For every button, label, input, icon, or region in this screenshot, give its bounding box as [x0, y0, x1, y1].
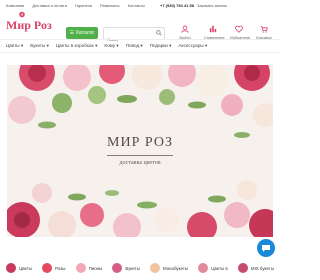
nav-item-bouquets[interactable]: Букеты ▾ [30, 43, 49, 49]
nav-item-gifts[interactable]: Подарки ▾ [150, 43, 172, 49]
catalog-button[interactable]: ☰ Каталог [66, 27, 98, 39]
nav-item-recipient[interactable]: Кому ▾ [104, 43, 118, 49]
banner-divider [107, 155, 173, 156]
category-item[interactable]: MIX букеты [237, 262, 274, 274]
callback-link[interactable]: Заказать звонок [197, 3, 227, 8]
category-image [149, 263, 160, 273]
favorites-button[interactable]: Избранное [230, 25, 250, 40]
category-item[interactable]: Цветы [6, 262, 32, 274]
top-links: Компания Доставка и оплата Гарантии Рекв… [6, 3, 145, 8]
cart-icon [260, 26, 268, 33]
top-bar: Компания Доставка и оплата Гарантии Рекв… [0, 0, 280, 10]
category-image [112, 263, 123, 273]
category-item[interactable]: Цветы в [198, 262, 228, 274]
header: Мир Роз ☰ Каталог Войти Сравнение Избран… [0, 10, 280, 44]
rose-logo-icon [19, 11, 25, 18]
chat-button[interactable] [257, 239, 275, 257]
top-link[interactable]: Компания [6, 3, 24, 8]
phone-number[interactable]: +7 (930) 754 41 58 [160, 3, 194, 8]
category-item[interactable]: Розы [42, 262, 65, 274]
main-nav: Цветы ▾ Букеты ▾ Цветы в коробках ▾ Кому… [0, 39, 280, 53]
logo-text: Мир Роз [6, 18, 52, 32]
favorites-icon [235, 25, 243, 33]
roses-background-image [7, 65, 273, 237]
banner-subtitle: доставка цветов [119, 160, 161, 166]
top-link[interactable]: Гарантии [75, 3, 92, 8]
category-image [237, 263, 248, 273]
cart-button[interactable]: Корзина [255, 25, 273, 40]
top-link[interactable]: Реквизиты [100, 3, 120, 8]
top-link[interactable]: Контакты [128, 3, 145, 8]
hero-banner[interactable]: МИР РОЗ доставка цветов [7, 65, 273, 237]
menu-icon: ☰ [69, 30, 75, 36]
logo[interactable]: Мир Роз [6, 11, 52, 33]
category-item[interactable]: Монобукеты [149, 262, 188, 274]
category-image [6, 263, 16, 273]
search-icon[interactable] [156, 30, 162, 36]
login-button[interactable]: Войти [176, 25, 194, 40]
top-link[interactable]: Доставка и оплата [32, 3, 67, 8]
category-image [42, 263, 53, 273]
category-item[interactable]: Пионы [75, 262, 102, 274]
nav-item-occasion[interactable]: Повод ▾ [126, 43, 143, 49]
category-image [198, 263, 209, 273]
catalog-label: Каталог [76, 30, 95, 36]
nav-item-flowers[interactable]: Цветы ▾ [6, 43, 23, 49]
category-strip: Цветы Розы Пионы Букеты Монобукеты Цветы… [6, 262, 274, 274]
compare-icon [209, 25, 217, 33]
chat-icon [262, 245, 270, 252]
compare-button[interactable]: Сравнение [204, 25, 225, 40]
banner-title: МИР РОЗ [107, 135, 173, 150]
category-item[interactable]: Букеты [112, 262, 140, 274]
login-icon [181, 25, 189, 33]
nav-item-boxes[interactable]: Цветы в коробках ▾ [56, 43, 98, 49]
category-image [75, 263, 86, 273]
nav-item-accessories[interactable]: Аксессуары ▾ [178, 43, 207, 49]
